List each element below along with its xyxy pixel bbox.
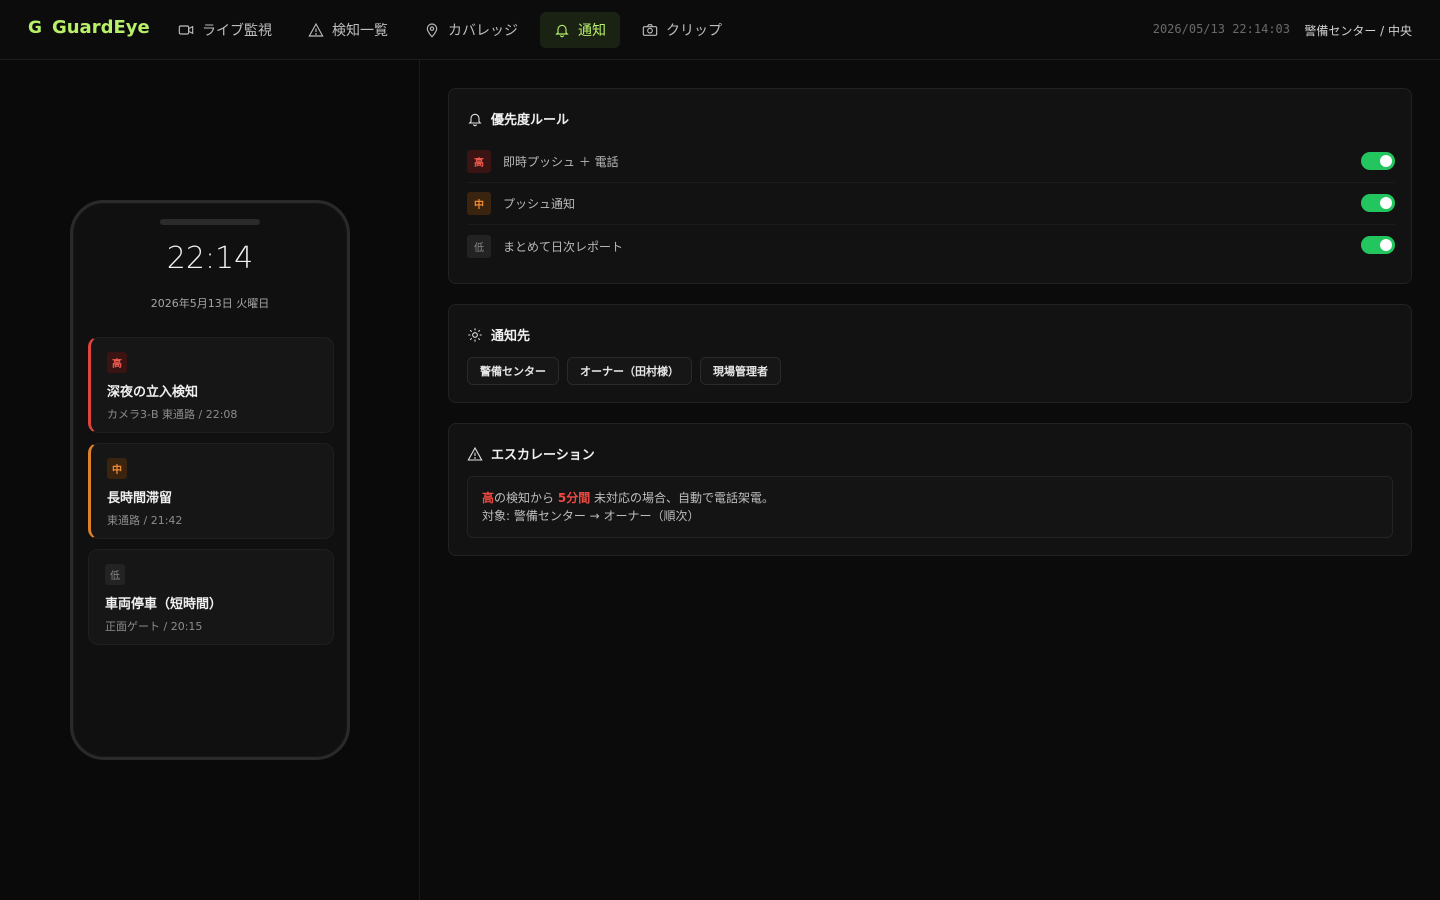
nav-label: 検知一覧 [332,23,388,39]
phone-notification[interactable]: 高 深夜の立入検知 カメラ3-B 東通路 / 22:08 [88,337,334,433]
phone-notification[interactable]: 中 長時間滞留 東通路 / 21:42 [88,443,334,539]
card-title: 優先度ルール [491,113,570,128]
escalation-description: 高の検知から 5分間 未対応の場合、自動で電話架電。 対象: 警備センター → … [467,476,1393,538]
current-datetime: 2026/05/13 22:14:03 [1152,22,1290,36]
escalation-card: エスカレーション 高の検知から 5分間 未対応の場合、自動で電話架電。 対象: … [448,423,1412,556]
main-nav: ライブ監視 検知一覧 カバレッジ 通知 クリップ [164,12,736,48]
recipient-chip[interactable]: 警備センター [467,357,559,385]
recipient-chip[interactable]: 現場管理者 [700,357,781,385]
priority-rules-card: 優先度ルール 高 即時プッシュ ＋ 電話 中 プッシュ通知 低 まとめて日次レポ… [448,88,1412,284]
camera-icon [642,24,658,36]
rule-toggle-high[interactable] [1361,152,1395,170]
warning-triangle-icon [308,22,324,37]
lockscreen-date: 2026年5月13日 火曜日 [150,297,270,310]
phone-mockup: 22:14 2026年5月13日 火曜日 高 深夜の立入検知 カメラ3-B 東通… [70,200,350,760]
gear-icon [468,327,482,342]
notification-title: 車両停車（短時間） [105,597,223,612]
escalation-line-1: 高の検知から 5分間 未対応の場合、自動で電話架電。 [482,489,1378,507]
warning-triangle-icon [467,446,483,461]
phone-notification[interactable]: 低 車両停車（短時間） 正面ゲート / 20:15 [88,549,334,645]
priority-badge-mid: 中 [107,458,127,479]
recipient-chip[interactable]: オーナー（田村様） [567,357,692,385]
brand-mark: G [28,17,42,38]
card-header: エスカレーション [467,444,595,463]
current-location: 警備センター / 中央 [1304,24,1412,38]
priority-badge-mid: 中 [467,192,491,215]
notification-subtitle: 東通路 / 21:42 [107,514,183,527]
bell-icon [468,113,482,126]
notification-title: 長時間滞留 [107,491,173,506]
nav-label: クリップ [666,23,722,39]
notification-subtitle: カメラ3-B 東通路 / 22:08 [107,408,238,421]
lockscreen-time: 22:14 [166,241,254,276]
priority-badge-low: 低 [467,234,491,258]
nav-clips[interactable]: クリップ [628,12,736,48]
rule-row-low: 低 まとめて日次レポート [467,225,1395,267]
rule-label: まとめて日次レポート [503,239,624,254]
map-pin-icon [426,23,438,38]
brand-name: GuardEye [51,17,150,38]
nav-notifications[interactable]: 通知 [540,12,620,48]
card-header: 通知先 [467,325,530,344]
rule-label: 即時プッシュ ＋ 電話 [503,155,619,169]
priority-badge-high: 高 [467,150,491,173]
escalation-level: 高 [482,491,495,505]
rule-toggle-mid[interactable] [1361,194,1395,212]
bell-icon [555,24,569,38]
nav-live-monitor[interactable]: ライブ監視 [164,12,286,48]
escalation-duration: 5分間 [557,491,591,505]
nav-detections[interactable]: 検知一覧 [294,12,402,48]
rule-row-high: 高 即時プッシュ ＋ 電話 [467,141,1395,183]
card-header: 優先度ルール [467,109,569,128]
brand-logo[interactable]: G GuardEye [28,17,150,38]
escalation-text: 未対応の場合、自動で電話架電。 [590,491,775,505]
priority-badge-high: 高 [107,352,127,373]
toggle-knob [1380,155,1392,167]
phone-preview-panel: 22:14 2026年5月13日 火曜日 高 深夜の立入検知 カメラ3-B 東通… [0,60,420,900]
rule-row-mid: 中 プッシュ通知 [467,183,1395,225]
recipients-card: 通知先 警備センター オーナー（田村様） 現場管理者 [448,304,1412,403]
rule-toggle-low[interactable] [1361,236,1395,254]
nav-label: ライブ監視 [202,23,272,39]
toggle-knob [1380,197,1392,209]
nav-coverage[interactable]: カバレッジ [410,12,532,48]
card-title: 通知先 [491,329,531,344]
notification-subtitle: 正面ゲート / 20:15 [105,620,203,633]
card-title: エスカレーション [491,448,595,463]
toggle-knob [1380,239,1392,251]
nav-label: 通知 [578,23,606,39]
rule-label: プッシュ通知 [503,197,576,211]
escalation-text: の検知から [494,491,558,505]
priority-badge-low: 低 [105,564,125,585]
phone-notch [160,219,260,225]
nav-label: カバレッジ [448,23,518,39]
top-bar: G GuardEye ライブ監視 検知一覧 カバレッジ 通知 クリップ 2026… [0,0,1440,60]
escalation-line-2: 対象: 警備センター → オーナー（順次） [482,509,700,523]
video-camera-icon [178,25,194,35]
notification-title: 深夜の立入検知 [107,385,199,400]
recipient-chips: 警備センター オーナー（田村様） 現場管理者 [467,357,781,385]
